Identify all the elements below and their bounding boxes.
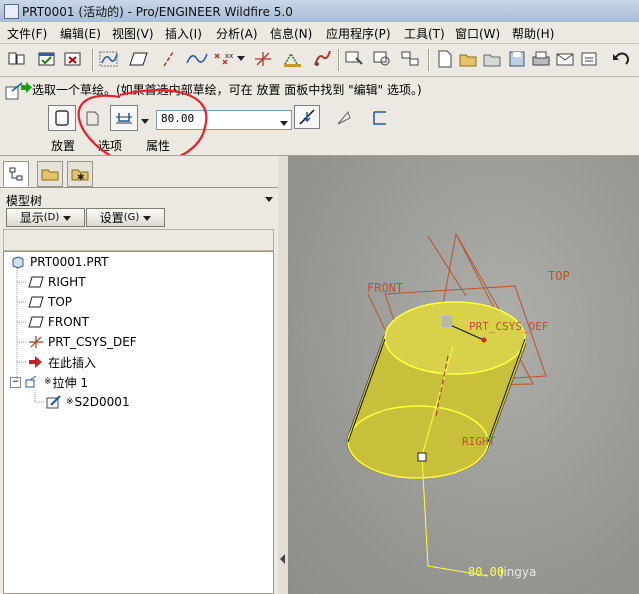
label-depth: 80.00 — [468, 565, 504, 579]
show-button[interactable]: 显示 (D) — [6, 208, 85, 227]
collapse-left-icon[interactable] — [279, 553, 287, 567]
settings-button-shortcut: (G) — [123, 212, 140, 223]
tab-folder-browser[interactable] — [37, 161, 63, 187]
menu-insert[interactable]: 插入(I) — [165, 25, 202, 42]
layer-tree-icon[interactable] — [400, 48, 422, 70]
watermark: jingya — [499, 565, 536, 579]
tab-model-tree[interactable] — [3, 161, 29, 187]
analysis-tool-icon[interactable] — [311, 48, 333, 70]
tab-favorites[interactable]: ✱ — [67, 161, 93, 187]
datum-coord-system-icon[interactable] — [252, 48, 274, 70]
new-feature-marker: ※ — [66, 397, 74, 407]
chevron-down-icon — [63, 211, 72, 225]
menu-analysis[interactable]: 分析(A) — [216, 25, 258, 42]
email-icon[interactable] — [554, 48, 576, 70]
tree-connectors — [16, 268, 45, 403]
main-toolbar: xx — [0, 44, 639, 77]
confirm-window-icon[interactable] — [36, 48, 58, 70]
datum-axis-tool-icon[interactable] — [157, 48, 179, 70]
open-file-icon[interactable] — [458, 48, 480, 70]
window-title: PRT0001 (活动的) - Pro/ENGINEER Wildfire 5.… — [22, 5, 293, 19]
menu-view[interactable]: 视图(V) — [112, 25, 154, 42]
graphics-window[interactable]: FRONT TOP PRT_CSYS_DEF RIGHT 80.00 jingy… — [288, 156, 639, 594]
datum-curve-tool-icon[interactable] — [186, 48, 208, 70]
menu-file[interactable]: 文件(F) — [7, 25, 47, 42]
extrude-dashboard: 选取一个草绘。(如果首选内部草绘，可在 放置 面板中找到 "编辑" 选项。) 8… — [0, 77, 639, 156]
sketch-tool-icon[interactable] — [282, 48, 304, 70]
find-tool-icon[interactable] — [344, 48, 366, 70]
menu-edit[interactable]: 编辑(E) — [60, 25, 101, 42]
feature-select-icon[interactable] — [372, 48, 394, 70]
svg-text:xx: xx — [225, 52, 233, 60]
folder-browser-icon[interactable] — [482, 48, 504, 70]
show-button-label: 显示 — [19, 211, 44, 225]
menu-bar: 文件(F) 编辑(E) 视图(V) 插入(I) 分析(A) 信息(N) 应用程序… — [0, 22, 639, 44]
window-tile-icon[interactable] — [6, 48, 28, 70]
datum-point-tool-icon[interactable]: xx — [212, 48, 234, 70]
tree-header-bar — [3, 229, 274, 251]
label-csys: PRT_CSYS_DEF — [469, 320, 548, 333]
label-top: TOP — [548, 269, 570, 283]
label-right: RIGHT — [462, 435, 495, 448]
show-button-shortcut: (D) — [43, 212, 60, 223]
menu-tools[interactable]: 工具(T) — [404, 25, 445, 42]
datum-display-icon[interactable] — [98, 48, 120, 70]
tree-item-label: S2D0001 — [74, 395, 130, 409]
navigator-panel: ✱ 模型树 显示 (D) 设置 (G) PRT0001.PRT RIGHT TO… — [0, 156, 279, 594]
settings-button[interactable]: 设置 (G) — [86, 208, 165, 227]
menu-window[interactable]: 窗口(W) — [455, 25, 500, 42]
chevron-down-icon — [143, 211, 152, 225]
chevron-down-icon[interactable] — [265, 192, 273, 206]
print-icon[interactable] — [530, 48, 552, 70]
new-file-icon[interactable] — [434, 48, 456, 70]
app-icon — [4, 4, 19, 19]
view-manager-icon[interactable] — [578, 48, 600, 70]
close-window-icon[interactable] — [62, 48, 84, 70]
undo-icon[interactable] — [610, 48, 632, 70]
annotation-circle — [77, 89, 208, 155]
model-tree: PRT0001.PRT RIGHT TOP FRONT PRT_CSYS_DEF… — [3, 251, 274, 594]
settings-button-label: 设置 — [99, 211, 124, 225]
chevron-down-icon[interactable] — [236, 48, 246, 70]
menu-info[interactable]: 信息(N) — [270, 25, 312, 42]
save-icon[interactable] — [506, 48, 528, 70]
model-graphics: FRONT TOP PRT_CSYS_DEF RIGHT 80.00 jingy… — [346, 232, 570, 579]
svg-text:✱: ✱ — [77, 173, 85, 182]
datum-plane-tool-icon[interactable] — [128, 48, 150, 70]
menu-help[interactable]: 帮助(H) — [512, 25, 554, 42]
label-front: FRONT — [367, 281, 403, 295]
menu-applications[interactable]: 应用程序(P) — [326, 25, 391, 42]
model-tree-title: 模型树 — [6, 194, 43, 208]
title-bar: PRT0001 (活动的) - Pro/ENGINEER Wildfire 5.… — [0, 0, 639, 23]
